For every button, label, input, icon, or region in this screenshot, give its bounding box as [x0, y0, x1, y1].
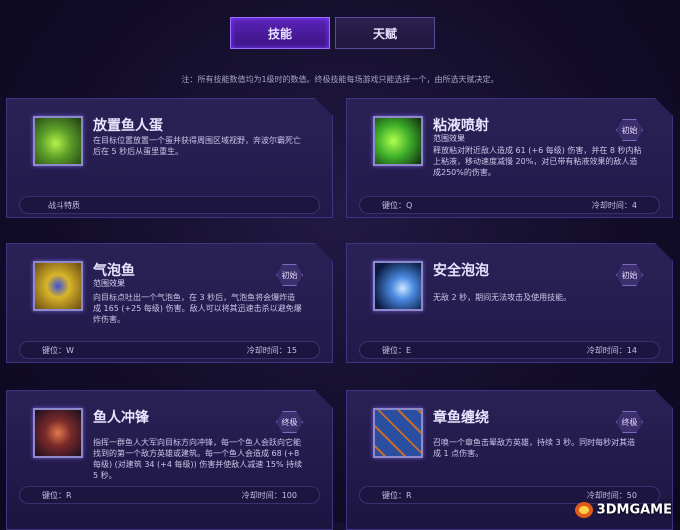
slime-icon [373, 116, 423, 166]
level-badge: 终极 [276, 411, 303, 433]
ability-card-bubble: 安全泡泡 初始 无敌 2 秒，期间无法攻击及使用技能。 键位：E 冷却时间：14 [346, 243, 673, 363]
tab-abilities[interactable]: 技能 [230, 17, 330, 49]
tab-bar: 技能 天赋 [230, 17, 435, 49]
level-badge: 初始 [616, 264, 643, 286]
trait-label: 战斗特质 [48, 200, 80, 210]
ability-footer: 键位：E 冷却时间：14 [359, 341, 660, 359]
ability-description: 向目标点吐出一个气泡鱼，在 3 秒后，气泡鱼将会爆炸造成 165 (+25 每级… [93, 293, 302, 324]
watermark-logo-icon [574, 502, 593, 518]
ability-card-slime: 粘液喷射 范围效果 初始 释放粘对附近敌人造成 61 (+6 每级) 伤害，并在… [346, 98, 673, 218]
ability-footer: 键位：R 冷却时间：100 [19, 486, 320, 504]
cooldown-label: 冷却时间：14 [586, 345, 637, 355]
ability-footer: 键位：Q 冷却时间：4 [359, 196, 660, 214]
ability-description: 召唤一个章鱼击晕敌方英雄，持续 3 秒。同时每秒对其造成 1 点伤害。 [433, 438, 636, 458]
octopus-icon [373, 408, 423, 458]
watermark: 3DMGAME [574, 501, 672, 519]
ability-footer: 键位：W 冷却时间：15 [19, 341, 320, 359]
ability-card-murloc-charge: 鱼人冲锋 终极 指挥一群鱼人大军向目标方向冲锋，每一个鱼人会跃向它能找到的第一个… [6, 390, 333, 530]
hotkey-label: 键位：Q [382, 200, 413, 210]
hotkey-label: 键位：R [42, 490, 72, 500]
tab-talents[interactable]: 天赋 [335, 17, 435, 49]
ability-description: 无敌 2 秒，期间无法攻击及使用技能。 [433, 293, 572, 302]
ability-type: 范围效果 [433, 134, 465, 143]
hotkey-label: 键位：R [382, 490, 412, 500]
murloc-charge-icon [33, 408, 83, 458]
pufferfish-icon [33, 261, 83, 311]
murloc-egg-icon [33, 116, 83, 166]
watermark-text: 3DMGAME [596, 502, 672, 518]
cooldown-label: 冷却时间：4 [591, 200, 637, 210]
ability-name: 章鱼缠绕 [433, 410, 489, 426]
ability-name: 气泡鱼 [93, 263, 135, 279]
ability-description: 在目标位置放置一个蛋并获得周围区域视野，奔波尔霸死亡后在 5 秒后从蛋里重生。 [93, 136, 301, 156]
cooldown-label: 冷却时间：100 [241, 490, 297, 500]
ability-card-pufferfish: 气泡鱼 范围效果 初始 向目标点吐出一个气泡鱼，在 3 秒后，气泡鱼将会爆炸造成… [6, 243, 333, 363]
cooldown-label: 冷却时间：15 [246, 345, 297, 355]
ability-description: 释放粘对附近敌人造成 61 (+6 每级) 伤害，并在 8 秒内粘上粘液，移动速… [433, 146, 642, 177]
ability-name: 放置鱼人蛋 [93, 118, 163, 134]
ability-name: 鱼人冲锋 [93, 410, 149, 426]
level-badge: 终极 [616, 411, 643, 433]
hotkey-label: 键位：W [42, 345, 74, 355]
ability-name: 粘液喷射 [433, 118, 489, 134]
ability-card-egg: 放置鱼人蛋 在目标位置放置一个蛋并获得周围区域视野，奔波尔霸死亡后在 5 秒后从… [6, 98, 333, 218]
ability-description: 指挥一群鱼人大军向目标方向冲锋，每一个鱼人会跃向它能找到的第一个敌方英雄或建筑。… [93, 438, 303, 480]
ability-note: 注：所有技能数值均为1级时的数值。终极技能每场游戏只能选择一个，由所选天赋决定。 [181, 75, 499, 84]
hotkey-label: 键位：E [382, 345, 412, 355]
ability-name: 安全泡泡 [433, 263, 489, 279]
level-badge: 初始 [616, 119, 643, 141]
level-badge: 初始 [276, 264, 303, 286]
cooldown-label: 冷却时间：50 [586, 490, 637, 500]
bubble-icon [373, 261, 423, 311]
ability-type: 范围效果 [93, 279, 125, 288]
ability-footer: 战斗特质 [19, 196, 320, 214]
